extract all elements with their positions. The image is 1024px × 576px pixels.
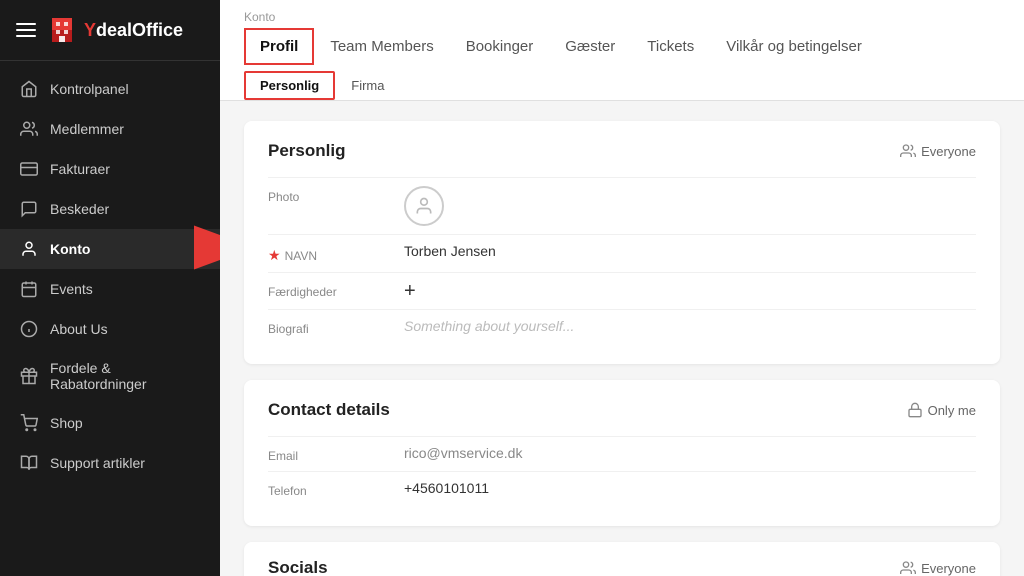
biografi-placeholder[interactable]: Something about yourself... [404,318,976,334]
contact-visibility: Only me [907,402,976,418]
required-dot: ★ [268,247,281,264]
contact-card-header: Contact details Only me [268,400,976,420]
tab-vilkaar[interactable]: Vilkår og betingelser [710,28,878,65]
sidebar-item-support[interactable]: Support artikler [0,443,220,483]
everyone-icon [900,143,916,159]
sub-tabs-row: Personlig Firma [244,65,1000,100]
logo-icon [46,14,78,46]
sidebar-label-medlemmer: Medlemmer [50,121,124,137]
faerdigheder-add-btn[interactable]: + [404,281,976,301]
tabs-row: Profil Team Members Bookinger Gæster Tic… [244,28,1000,65]
telefon-field-row: Telefon +4560101011 [268,471,976,506]
socials-visibility: Everyone [900,560,976,576]
socials-card-title: Socials [268,558,328,576]
sidebar-item-about-us[interactable]: About Us [0,309,220,349]
sidebar-label-beskeder: Beskeder [50,201,109,217]
tab-bookinger[interactable]: Bookinger [450,28,550,65]
personlig-visibility: Everyone [900,143,976,159]
contact-visibility-label: Only me [928,403,976,418]
socials-card-header: Socials Everyone [268,558,976,576]
person-icon [20,240,38,258]
personlig-visibility-label: Everyone [921,144,976,159]
arrow-indicator [194,226,220,270]
navn-value[interactable]: Torben Jensen [404,243,976,259]
tab-tickets[interactable]: Tickets [631,28,710,65]
cart-icon [20,414,38,432]
lock-icon [907,402,923,418]
tab-gaester[interactable]: Gæster [549,28,631,65]
telefon-label: Telefon [268,480,388,498]
sidebar: YdealOffice Kontrolpanel Medlemmer Faktu… [0,0,220,576]
main-content: Konto Profil Team Members Bookinger Gæst… [220,0,1024,576]
sidebar-label-shop: Shop [50,415,83,431]
users-icon [20,120,38,138]
biografi-label: Biografi [268,318,388,336]
sidebar-item-beskeder[interactable]: Beskeder [0,189,220,229]
sidebar-label-events: Events [50,281,93,297]
navn-field-row: ★ NAVN Torben Jensen [268,234,976,272]
sidebar-nav: Kontrolpanel Medlemmer Fakturaer Beskede… [0,61,220,576]
tab-team-members[interactable]: Team Members [314,28,449,65]
sidebar-item-fordele[interactable]: Fordele & Rabatordninger [0,349,220,403]
socials-card: Socials Everyone [244,542,1000,576]
sidebar-item-events[interactable]: Events [0,269,220,309]
telefon-value[interactable]: +4560101011 [404,480,976,496]
sidebar-item-kontrolpanel[interactable]: Kontrolpanel [0,69,220,109]
logo: YdealOffice [46,14,183,46]
sidebar-label-about-us: About Us [50,321,108,337]
email-value[interactable]: rico@vmservice.dk [404,445,976,461]
card-icon [20,160,38,178]
info-icon [20,320,38,338]
gift-icon [20,367,38,385]
chat-icon [20,200,38,218]
sub-tab-firma[interactable]: Firma [335,71,400,100]
sidebar-item-fakturaer[interactable]: Fakturaer [0,149,220,189]
photo-circle[interactable] [404,186,444,226]
sidebar-label-fordele: Fordele & Rabatordninger [50,360,200,392]
sidebar-label-konto: Konto [50,241,90,257]
biografi-field-row: Biografi Something about yourself... [268,309,976,344]
hamburger-button[interactable] [16,23,36,37]
socials-everyone-icon [900,560,916,576]
add-skill-icon[interactable]: + [404,280,416,302]
personlig-card-title: Personlig [268,141,345,161]
calendar-icon [20,280,38,298]
top-section: Konto Profil Team Members Bookinger Gæst… [220,0,1024,101]
logo-text: YdealOffice [84,20,183,41]
email-field-row: Email rico@vmservice.dk [268,436,976,471]
sidebar-label-fakturaer: Fakturaer [50,161,110,177]
photo-label: Photo [268,186,388,204]
sub-tab-personlig[interactable]: Personlig [244,71,335,100]
content-area: Personlig Everyone Photo [220,101,1024,576]
home-icon [20,80,38,98]
email-label: Email [268,445,388,463]
contact-card: Contact details Only me Email rico@vmser… [244,380,1000,526]
photo-field-row: Photo [268,177,976,234]
sidebar-item-medlemmer[interactable]: Medlemmer [0,109,220,149]
book-icon [20,454,38,472]
faerdigheder-field-row: Færdigheder + [268,272,976,309]
contact-card-title: Contact details [268,400,390,420]
tab-profil[interactable]: Profil [244,28,314,65]
socials-visibility-label: Everyone [921,561,976,576]
sidebar-label-support: Support artikler [50,455,145,471]
photo-value[interactable] [404,186,976,226]
navn-label: ★ NAVN [268,243,388,264]
sidebar-header: YdealOffice [0,0,220,61]
personlig-card: Personlig Everyone Photo [244,121,1000,364]
sidebar-label-kontrolpanel: Kontrolpanel [50,81,129,97]
personlig-card-header: Personlig Everyone [268,141,976,161]
faerdigheder-label: Færdigheder [268,281,388,299]
sidebar-item-konto[interactable]: Konto [0,229,220,269]
breadcrumb: Konto [244,0,1000,24]
sidebar-item-shop[interactable]: Shop [0,403,220,443]
